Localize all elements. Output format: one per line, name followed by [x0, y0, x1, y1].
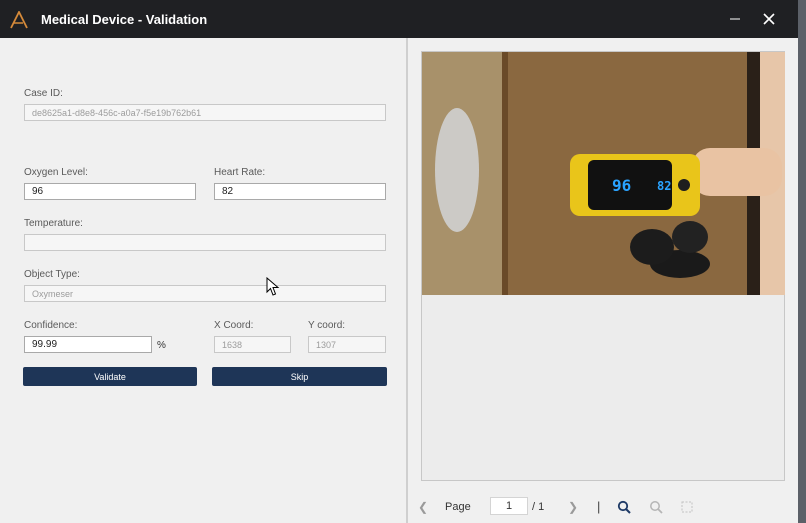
- page-number-input[interactable]: 1: [490, 497, 528, 515]
- minimize-button[interactable]: [720, 6, 750, 32]
- object-type-label: Object Type:: [24, 269, 80, 280]
- pulse-oximeter-image: [422, 52, 785, 295]
- x-coord-label: X Coord:: [214, 320, 254, 331]
- confidence-label: Confidence:: [24, 320, 78, 331]
- window-title: Medical Device - Validation: [41, 12, 208, 27]
- oximeter-hr-reading: 82: [657, 179, 672, 193]
- oxygen-level-field[interactable]: 96: [24, 183, 196, 200]
- zoom-out-icon[interactable]: [648, 499, 664, 515]
- zoom-in-icon[interactable]: [616, 499, 632, 515]
- percent-sign: %: [157, 340, 166, 351]
- x-coord-field: 1638: [214, 336, 291, 353]
- validation-window: Medical Device - Validation Case ID: de8…: [0, 0, 798, 523]
- page-total: / 1: [532, 501, 545, 513]
- heart-rate-label: Heart Rate:: [214, 167, 266, 178]
- form-panel: Case ID: de8625a1-d8e8-456c-a0a7-f5e19b7…: [0, 38, 406, 523]
- image-viewer-panel: 96 82 ❮ Page 1 / 1 ❯ |: [408, 38, 798, 523]
- viewer-toolbar: ❮ Page 1 / 1 ❯ |: [408, 493, 798, 523]
- fit-page-icon[interactable]: [679, 499, 695, 515]
- page-label: Page: [445, 501, 471, 513]
- toolbar-separator: |: [597, 499, 601, 514]
- case-id-field: de8625a1-d8e8-456c-a0a7-f5e19b762b61: [24, 104, 386, 121]
- y-coord-field: 1307: [308, 336, 386, 353]
- prev-page-icon[interactable]: ❮: [415, 499, 431, 515]
- next-page-icon[interactable]: ❯: [565, 499, 581, 515]
- oxygen-level-label: Oxygen Level:: [24, 167, 88, 178]
- close-button[interactable]: [754, 6, 784, 32]
- temperature-label: Temperature:: [24, 218, 83, 229]
- y-coord-label: Y coord:: [308, 320, 346, 331]
- heart-rate-field[interactable]: 82: [214, 183, 386, 200]
- minimize-icon: [730, 18, 740, 20]
- validate-button[interactable]: Validate: [23, 367, 197, 386]
- close-icon: [763, 13, 775, 25]
- app-logo-icon: [10, 11, 28, 29]
- mouse-pointer-icon: [266, 277, 280, 296]
- confidence-field[interactable]: 99.99: [24, 336, 152, 353]
- object-type-field: Oxymeser: [24, 285, 386, 302]
- skip-button[interactable]: Skip: [212, 367, 387, 386]
- device-photo: 96 82: [422, 52, 785, 295]
- oximeter-spo2-reading: 96: [612, 176, 632, 195]
- title-bar: Medical Device - Validation: [0, 0, 798, 38]
- case-id-label: Case ID:: [24, 88, 63, 99]
- temperature-field: [24, 234, 386, 251]
